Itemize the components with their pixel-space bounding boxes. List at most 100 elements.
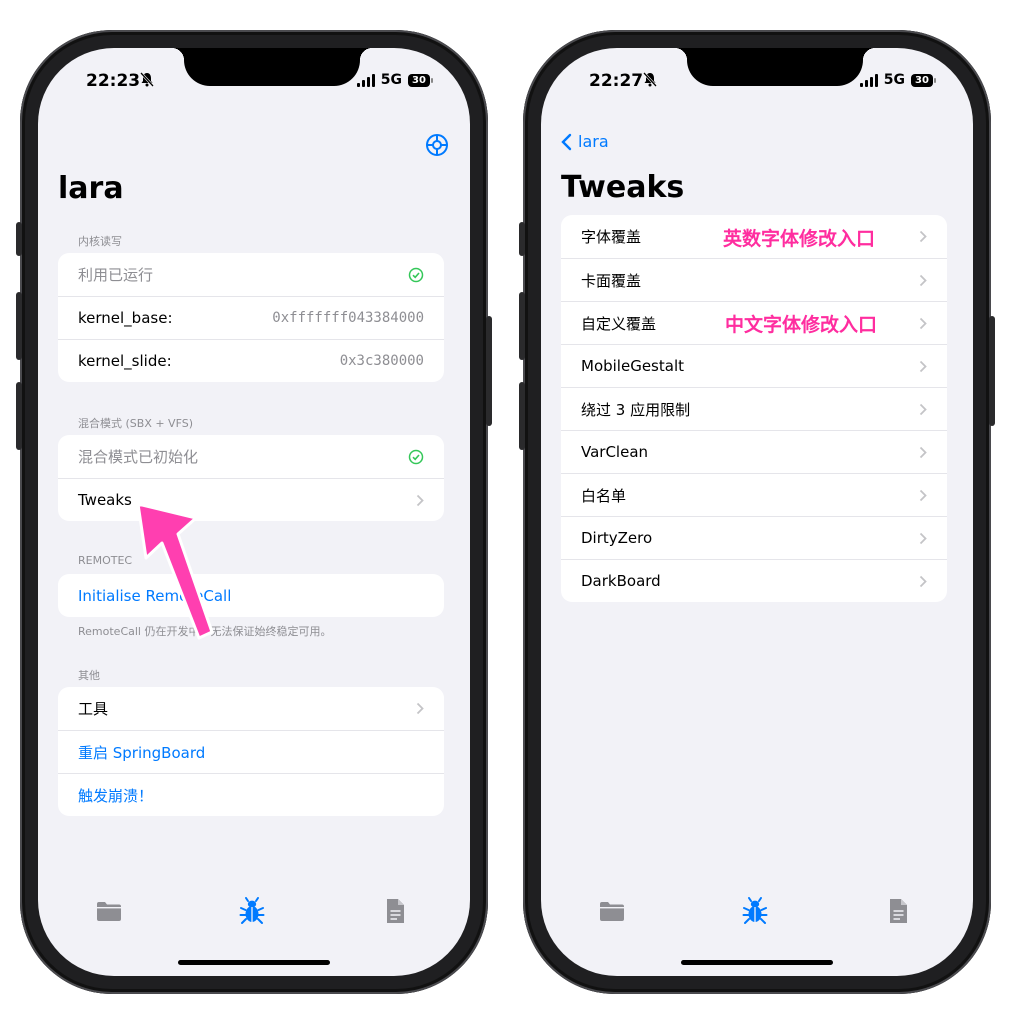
chevron-right-icon [416, 494, 424, 506]
respring-label: 重启 SpringBoard [78, 743, 206, 762]
checkmark-circle-icon [408, 267, 424, 282]
battery-icon: 30 [911, 73, 936, 87]
chevron-right-icon [919, 274, 927, 286]
annotation-font-override: 英数字体修改入口 [723, 228, 876, 250]
chevron-right-icon [919, 532, 927, 544]
initialise-remotecall-button[interactable]: Initialise RemoteCall [58, 574, 444, 617]
tweak-label: VarClean [581, 443, 649, 461]
tweak-row-dirtyzero[interactable]: DirtyZero [561, 516, 947, 559]
remotecall-footer-note: RemoteCall 仍在开发中，无法保证始终稳定可用。 [78, 625, 332, 638]
kernel-slide-label: kernel_slide: [78, 352, 172, 370]
document-icon[interactable] [380, 896, 410, 926]
phone-right: 22:27 5G 30 lara Tweaks 字体覆盖 卡面覆盖 自定义覆盖 … [519, 30, 995, 994]
tweak-row-whitelist[interactable]: 白名单 [561, 473, 947, 516]
status-indicators: 5G 30 [356, 72, 433, 88]
tweak-label: 绕过 3 应用限制 [581, 400, 691, 419]
kernel-base-label: kernel_base: [78, 309, 173, 327]
tweak-row-bypass-app-limit[interactable]: 绕过 3 应用限制 [561, 387, 947, 430]
chevron-right-icon [919, 446, 927, 458]
gear-icon[interactable] [424, 132, 450, 158]
tab-bar [541, 896, 973, 944]
other-group: 工具 重启 SpringBoard 触发崩溃！ [58, 687, 444, 816]
tweaks-list: 字体覆盖 卡面覆盖 自定义覆盖 MobileGestalt 绕过 3 应用限制 … [561, 215, 947, 602]
remotecall-group: Initialise RemoteCall [58, 574, 444, 617]
tweak-row-varclean[interactable]: VarClean [561, 430, 947, 473]
back-button[interactable]: lara [561, 132, 609, 151]
status-time: 22:23 [86, 71, 141, 91]
folder-icon[interactable] [597, 896, 627, 926]
volume-down-button [519, 382, 525, 450]
tweak-label: 白名单 [581, 486, 627, 505]
checkmark-circle-icon [408, 449, 424, 464]
chevron-right-icon [919, 317, 927, 329]
notch [172, 48, 372, 86]
tweak-label: 卡面覆盖 [581, 271, 642, 290]
tools-row[interactable]: 工具 [58, 687, 444, 730]
page-title: lara [58, 171, 124, 206]
folder-icon[interactable] [94, 896, 124, 926]
power-button [989, 316, 995, 426]
tweak-row-card-override[interactable]: 卡面覆盖 [561, 258, 947, 301]
tweaks-label: Tweaks [78, 491, 132, 509]
trigger-crash-button[interactable]: 触发崩溃！ [58, 773, 444, 816]
section-header-remotecall: REMOTEC [78, 554, 133, 567]
document-icon[interactable] [883, 896, 913, 926]
hybrid-status-row: 混合模式已初始化 [58, 435, 444, 478]
home-indicator [178, 960, 330, 965]
bell-muted-icon [643, 72, 657, 91]
chevron-right-icon [416, 702, 424, 715]
tweaks-row[interactable]: Tweaks [58, 478, 444, 521]
volume-up-button [16, 292, 22, 360]
chevron-right-icon [919, 230, 927, 243]
home-indicator [681, 960, 833, 965]
tools-label: 工具 [78, 700, 109, 718]
screen-right: 22:27 5G 30 lara Tweaks 字体覆盖 卡面覆盖 自定义覆盖 … [541, 48, 973, 976]
initialise-remotecall-label: Initialise RemoteCall [78, 586, 232, 605]
silent-switch [16, 222, 22, 256]
chevron-right-icon [919, 489, 927, 501]
notch [675, 48, 875, 86]
tweak-label: DarkBoard [581, 572, 661, 590]
trigger-crash-label: 触发崩溃！ [78, 786, 154, 805]
section-header-kernel: 内核读写 [78, 235, 122, 248]
signal-icon [859, 73, 878, 87]
bug-icon[interactable] [740, 896, 770, 926]
section-header-hybrid: 混合模式 (SBX + VFS) [78, 417, 193, 430]
hybrid-status-label: 混合模式已初始化 [78, 448, 199, 466]
kernel-base-row: kernel_base: 0xfffffff043384000 [58, 296, 444, 339]
page-title: Tweaks [561, 170, 685, 205]
bug-icon[interactable] [237, 896, 267, 926]
annotation-custom-override: 中文字体修改入口 [725, 314, 878, 336]
signal-icon [356, 73, 375, 87]
chevron-left-icon [561, 133, 572, 150]
tweak-label: DirtyZero [581, 529, 653, 547]
battery-icon: 30 [408, 73, 433, 87]
network-type: 5G [380, 72, 402, 88]
bell-muted-icon [140, 72, 154, 91]
kernel-base-value: 0xfffffff043384000 [272, 310, 424, 326]
power-button [486, 316, 492, 426]
status-indicators: 5G 30 [859, 72, 936, 88]
volume-up-button [519, 292, 525, 360]
exploit-status-label: 利用已运行 [78, 266, 154, 284]
back-button-label: lara [578, 132, 609, 151]
screen-left: 22:23 5G 30 lara 内核读写 利用已运行 kernel_base:… [38, 48, 470, 976]
tweak-label: 自定义覆盖 [581, 314, 657, 333]
tweak-row-mobilegestalt[interactable]: MobileGestalt [561, 344, 947, 387]
phone-left: 22:23 5G 30 lara 内核读写 利用已运行 kernel_base:… [16, 30, 492, 994]
status-time: 22:27 [589, 71, 644, 91]
tweak-label: 字体覆盖 [581, 228, 642, 246]
section-header-other: 其他 [78, 669, 100, 682]
exploit-status-row: 利用已运行 [58, 253, 444, 296]
tab-bar [38, 896, 470, 944]
respring-button[interactable]: 重启 SpringBoard [58, 730, 444, 773]
kernel-slide-row: kernel_slide: 0x3c380000 [58, 339, 444, 382]
kernel-slide-value: 0x3c380000 [339, 353, 424, 369]
tweak-label: MobileGestalt [581, 357, 684, 375]
silent-switch [519, 222, 525, 256]
chevron-right-icon [919, 403, 927, 415]
kernel-group: 利用已运行 kernel_base: 0xfffffff043384000 ke… [58, 253, 444, 382]
tweak-row-darkboard[interactable]: DarkBoard [561, 559, 947, 602]
volume-down-button [16, 382, 22, 450]
network-type: 5G [883, 72, 905, 88]
